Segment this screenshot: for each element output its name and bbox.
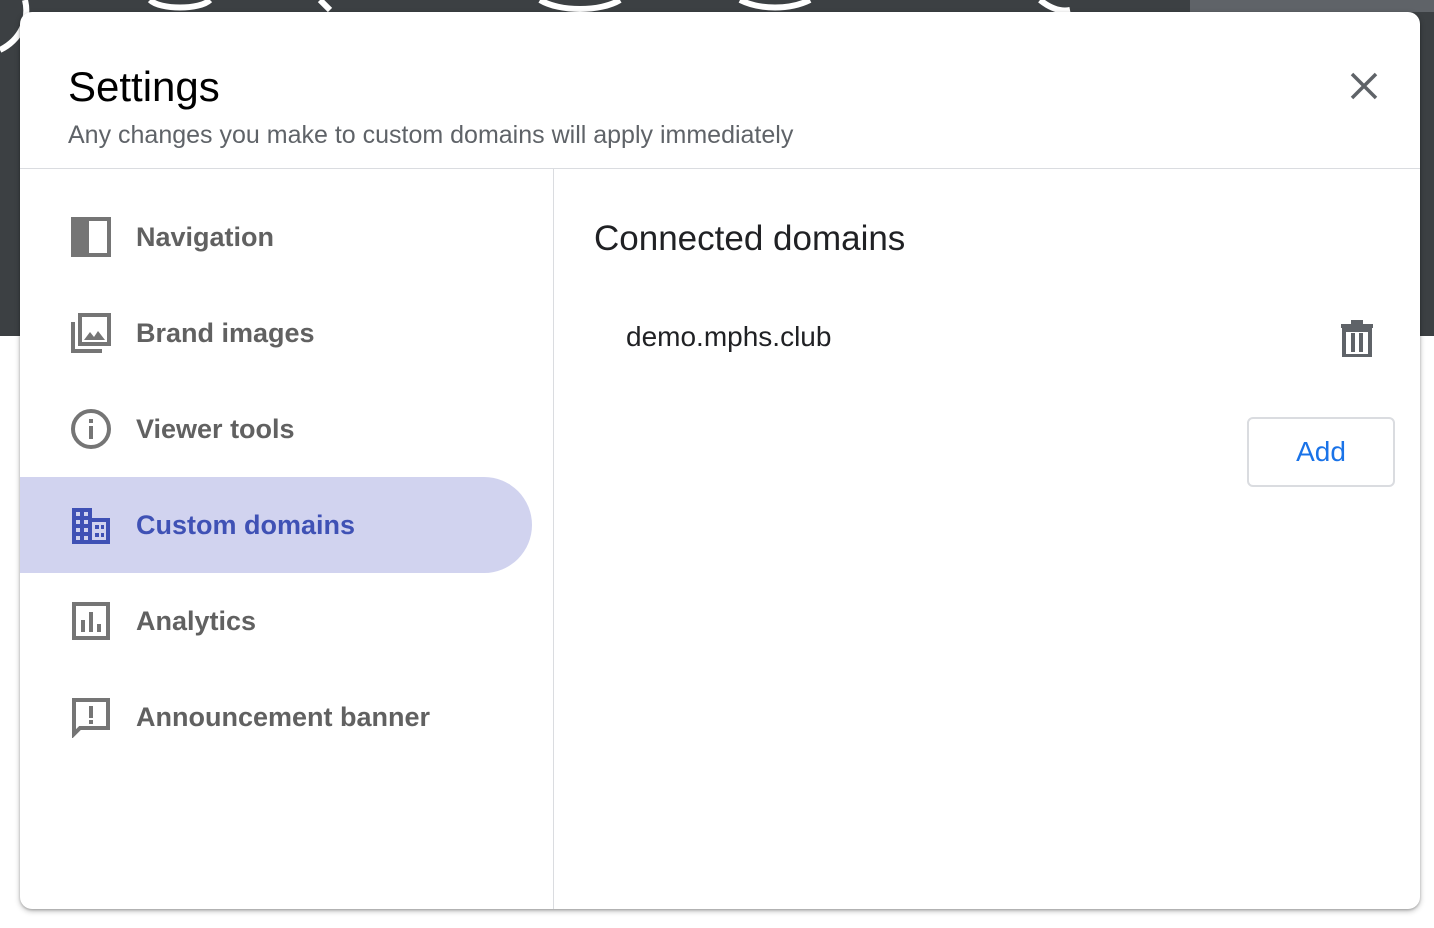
trash-icon xyxy=(1341,320,1373,357)
sidebar-item-custom-domains[interactable]: Custom domains xyxy=(20,477,532,573)
photo-library-icon xyxy=(71,313,111,353)
info-icon xyxy=(71,409,111,449)
domain-row: demo.mphs.club xyxy=(594,295,1380,381)
add-domain-button[interactable]: Add xyxy=(1247,417,1395,487)
custom-domains-panel: Connected domains demo.mphs.club Add xyxy=(554,169,1420,909)
announcement-icon xyxy=(72,698,110,738)
domain-building-icon xyxy=(72,508,110,544)
settings-dialog: Settings Any changes you make to custom … xyxy=(20,12,1420,909)
sidebar-item-label: Viewer tools xyxy=(136,414,295,444)
dialog-header: Settings Any changes you make to custom … xyxy=(20,12,1420,169)
dialog-title: Settings xyxy=(68,63,220,110)
sidebar-item-label: Brand images xyxy=(136,318,315,348)
sidebar-item-navigation[interactable]: Navigation xyxy=(20,189,532,285)
close-button[interactable] xyxy=(1336,58,1392,114)
sidebar-item-viewer-tools[interactable]: Viewer tools xyxy=(20,381,532,477)
sidebar-item-announcement-banner[interactable]: Announcement banner xyxy=(20,669,532,765)
domain-name: demo.mphs.club xyxy=(626,321,832,352)
bar-chart-icon xyxy=(72,602,110,640)
section-title: Connected domains xyxy=(594,219,906,258)
delete-domain-button[interactable] xyxy=(1334,315,1380,361)
close-icon xyxy=(1350,72,1378,100)
sidebar-item-label: Navigation xyxy=(136,222,275,252)
dialog-subtitle: Any changes you make to custom domains w… xyxy=(68,121,794,149)
sidebar-item-label: Analytics xyxy=(136,606,257,636)
settings-sidebar: Navigation Brand images Viewer tools Cus… xyxy=(20,169,554,909)
sidebar-item-brand-images[interactable]: Brand images xyxy=(20,285,532,381)
navigation-panel-icon xyxy=(71,217,111,257)
sidebar-item-label: Custom domains xyxy=(136,510,356,540)
sidebar-item-analytics[interactable]: Analytics xyxy=(20,573,532,669)
sidebar-item-label: Announcement banner xyxy=(136,702,431,732)
